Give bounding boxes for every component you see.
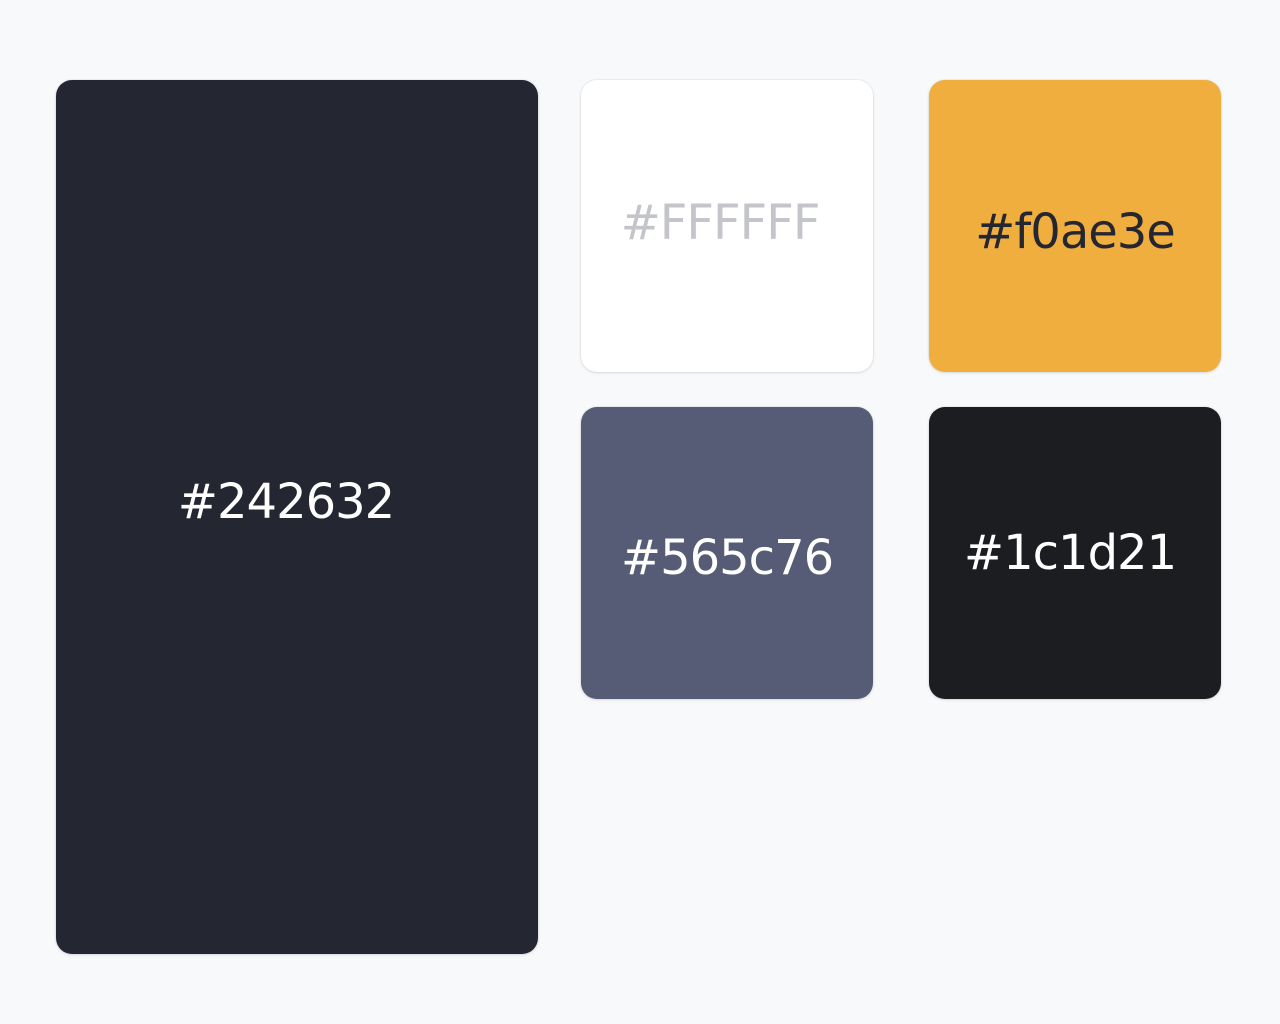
swatch-hex-label: #242632 <box>177 474 395 530</box>
color-swatch-white[interactable]: #FFFFFF <box>581 80 873 372</box>
color-swatch-primary[interactable]: #242632 <box>56 80 538 954</box>
color-swatch-slate[interactable]: #565c76 <box>581 407 873 699</box>
swatch-hex-label: #1c1d21 <box>963 525 1177 581</box>
swatch-hex-label: #565c76 <box>620 530 834 586</box>
color-swatch-amber[interactable]: #f0ae3e <box>929 80 1221 372</box>
swatch-hex-label: #FFFFFF <box>620 195 821 251</box>
swatch-hex-label: #f0ae3e <box>975 204 1176 260</box>
color-swatch-black[interactable]: #1c1d21 <box>929 407 1221 699</box>
